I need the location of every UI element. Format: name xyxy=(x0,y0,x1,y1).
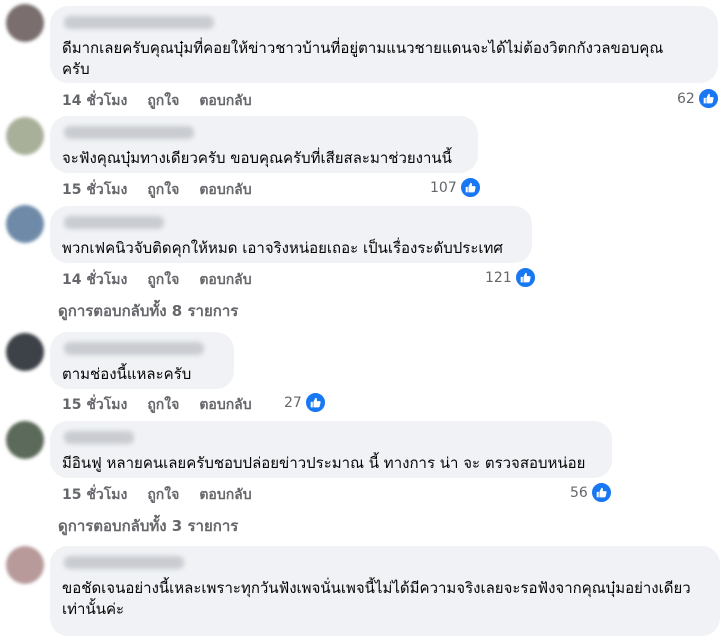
commenter-name-redacted[interactable] xyxy=(64,216,164,229)
avatar[interactable] xyxy=(6,546,44,584)
thumbs-up-icon xyxy=(514,267,536,288)
reply-button[interactable]: ตอบกลับ xyxy=(199,394,251,416)
reaction-count[interactable]: 121 xyxy=(485,267,536,288)
thumbs-up-icon xyxy=(304,392,326,413)
reaction-number: 27 xyxy=(284,394,302,411)
timestamp[interactable]: 15 ชั่วโมง xyxy=(62,179,127,201)
comment-actions: 15 ชั่วโมง ถูกใจ ตอบกลับ xyxy=(62,394,252,416)
comment-bubble: พวกเฟคนิวจับติดคุกให้หมด เอาจริงหน่อยเถอ… xyxy=(50,206,532,263)
commenter-name-redacted[interactable] xyxy=(64,431,134,444)
view-replies-link[interactable]: ดูการตอบกลับทั้ง 8 รายการ xyxy=(58,299,238,323)
commenter-name-redacted[interactable] xyxy=(64,556,184,569)
comment-actions: 15 ชั่วโมง ถูกใจ ตอบกลับ xyxy=(62,484,252,506)
commenter-name-redacted[interactable] xyxy=(64,342,204,355)
reaction-count[interactable]: 62 xyxy=(677,88,719,109)
reaction-number: 62 xyxy=(677,90,695,107)
thumbs-up-icon xyxy=(697,88,719,109)
timestamp[interactable]: 14 ชั่วโมง xyxy=(62,90,127,112)
comment-bubble: จะฟังคุณบุ๋มทางเดียวครับ ขอบคุณครับที่เส… xyxy=(50,116,478,173)
reply-button[interactable]: ตอบกลับ xyxy=(199,90,251,112)
thumbs-up-icon xyxy=(590,482,612,503)
thumbs-up-icon xyxy=(459,177,481,198)
timestamp[interactable]: 15 ชั่วโมง xyxy=(62,394,127,416)
avatar[interactable] xyxy=(6,421,44,459)
comment-bubble: มีอินฟู หลายคนเลยครับชอบปล่อยข่าวประมาณ … xyxy=(50,421,612,478)
comment-actions: 14 ชั่วโมง ถูกใจ ตอบกลับ xyxy=(62,90,252,112)
timestamp[interactable]: 15 ชั่วโมง xyxy=(62,484,127,506)
like-button[interactable]: ถูกใจ xyxy=(147,269,179,291)
avatar[interactable] xyxy=(6,333,44,371)
timestamp[interactable]: 14 ชั่วโมง xyxy=(62,269,127,291)
avatar[interactable] xyxy=(6,117,44,155)
commenter-name-redacted[interactable] xyxy=(64,126,194,139)
comment-text: ตามช่องนี้แหละครับ xyxy=(62,365,192,383)
comment-text: พวกเฟคนิวจับติดคุกให้หมด เอาจริงหน่อยเถอ… xyxy=(62,239,503,257)
reaction-number: 121 xyxy=(485,269,512,286)
comment-text: ดีมากเลยครับคุณบุ๋มที่คอยให้ข่าวชาวบ้านท… xyxy=(62,39,664,78)
comment-actions: 14 ชั่วโมง ถูกใจ ตอบกลับ xyxy=(62,269,252,291)
like-button[interactable]: ถูกใจ xyxy=(147,484,179,506)
like-button[interactable]: ถูกใจ xyxy=(147,179,179,201)
comment-bubble: ตามช่องนี้แหละครับ xyxy=(50,332,234,389)
reaction-count[interactable]: 27 xyxy=(284,392,326,413)
comment-actions: 15 ชั่วโมง ถูกใจ ตอบกลับ xyxy=(62,179,252,201)
reaction-count[interactable]: 107 xyxy=(430,177,481,198)
reply-button[interactable]: ตอบกลับ xyxy=(199,484,251,506)
reply-button[interactable]: ตอบกลับ xyxy=(199,269,251,291)
reply-button[interactable]: ตอบกลับ xyxy=(199,179,251,201)
like-button[interactable]: ถูกใจ xyxy=(147,90,179,112)
view-replies-link[interactable]: ดูการตอบกลับทั้ง 3 รายการ xyxy=(58,514,238,538)
reaction-count[interactable]: 56 xyxy=(570,482,612,503)
comment-text: ขอชัดเจนอย่างนี้เหละเพราะทุกวันฟังเพจนั่… xyxy=(62,579,691,618)
like-button[interactable]: ถูกใจ xyxy=(147,394,179,416)
reaction-number: 107 xyxy=(430,179,457,196)
avatar[interactable] xyxy=(6,205,44,243)
comment-bubble: ขอชัดเจนอย่างนี้เหละเพราะทุกวันฟังเพจนั่… xyxy=(50,546,720,636)
commenter-name-redacted[interactable] xyxy=(64,16,214,29)
avatar[interactable] xyxy=(6,4,44,42)
comment-bubble: ดีมากเลยครับคุณบุ๋มที่คอยให้ข่าวชาวบ้านท… xyxy=(50,6,718,83)
comment-text: จะฟังคุณบุ๋มทางเดียวครับ ขอบคุณครับที่เส… xyxy=(62,149,452,167)
comment-text: มีอินฟู หลายคนเลยครับชอบปล่อยข่าวประมาณ … xyxy=(62,454,586,472)
reaction-number: 56 xyxy=(570,484,588,501)
